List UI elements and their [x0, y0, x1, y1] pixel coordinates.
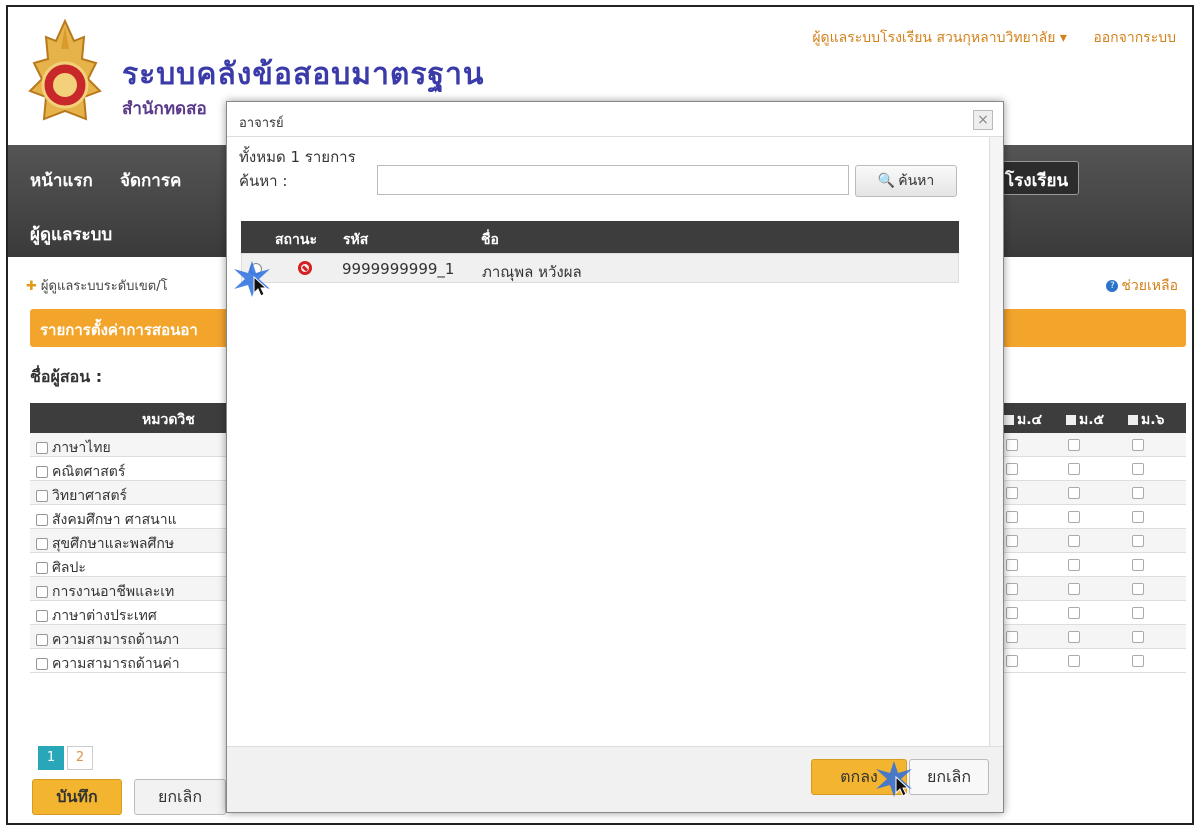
subject-checkbox-label[interactable]: สังคมศึกษา ศาสนาแ [36, 509, 177, 531]
checkbox[interactable] [1068, 655, 1080, 667]
checkbox[interactable] [1132, 559, 1144, 571]
subject-column-header: หมวดวิช [142, 412, 195, 428]
emblem-logo [28, 19, 102, 121]
checkbox[interactable] [1068, 511, 1080, 523]
checkbox[interactable] [1006, 439, 1018, 451]
subject-checkbox-label[interactable]: สุขศึกษาและพลศึกษ [36, 533, 174, 555]
dialog-body: ทั้งหมด 1 รายการ ค้นหา : 🔍 ค้นหา สถานะ รห… [227, 136, 1003, 747]
level-header-m4[interactable]: ม.๔ [1004, 409, 1042, 431]
inactive-status-icon [298, 261, 312, 275]
dialog-title: อาจารย์ [227, 102, 1003, 136]
level-header-m5[interactable]: ม.๕ [1066, 409, 1104, 431]
subject-checkbox-label[interactable]: ความสามารถด้านค่า [36, 653, 180, 675]
pagination: 12 [38, 746, 96, 770]
nav-item-manage[interactable]: จัดการค [120, 167, 181, 194]
checkbox[interactable] [1006, 535, 1018, 547]
checkbox[interactable] [1068, 583, 1080, 595]
subject-checkbox-label[interactable]: ภาษาไทย [36, 437, 111, 459]
checkbox[interactable] [1132, 655, 1144, 667]
app-window: ระบบคลังข้อสอบมาตรฐาน สำนักทดสอ ผู้ดูแลร… [6, 5, 1194, 825]
save-button[interactable]: บันทึก [32, 779, 122, 815]
app-subtitle: สำนักทดสอ [122, 99, 207, 119]
checkbox[interactable] [1006, 655, 1018, 667]
checkbox[interactable] [1006, 559, 1018, 571]
checkbox[interactable] [1132, 631, 1144, 643]
name-column-header: ชื่อ [481, 232, 499, 248]
checkbox[interactable] [1068, 439, 1080, 451]
page-1-button[interactable]: 1 [38, 746, 64, 770]
status-column-header: สถานะ [275, 232, 317, 248]
help-label: ช่วยเหลือ [1121, 278, 1178, 294]
checkbox[interactable] [1068, 487, 1080, 499]
checkbox[interactable] [1006, 511, 1018, 523]
app-title: ระบบคลังข้อสอบมาตรฐาน [122, 57, 485, 92]
level-header-m6[interactable]: ม.๖ [1128, 409, 1164, 431]
result-count: ทั้งหมด 1 รายการ [239, 148, 356, 166]
search-button-label: ค้นหา [898, 172, 935, 188]
checkbox[interactable] [1132, 463, 1144, 475]
checkbox[interactable] [1006, 607, 1018, 619]
checkbox[interactable] [1132, 439, 1144, 451]
checkbox[interactable] [1006, 463, 1018, 475]
teacher-select-dialog: อาจารย์ × ทั้งหมด 1 รายการ ค้นหา : 🔍 ค้นห… [226, 101, 1004, 813]
top-links: ผู้ดูแลระบบโรงเรียน สวนกุหลาบวิทยาลัย ▾ … [790, 27, 1176, 49]
logout-link[interactable]: ออกจากระบบ [1093, 30, 1176, 46]
search-button[interactable]: 🔍 ค้นหา [855, 165, 957, 197]
subject-checkbox-label[interactable]: การงานอาชีพและเท [36, 581, 174, 603]
dialog-scrollbar[interactable] [989, 137, 1003, 747]
checkbox[interactable] [1006, 487, 1018, 499]
subject-checkbox-label[interactable]: ภาษาต่างประเทศ [36, 605, 157, 627]
breadcrumb-text: ผู้ดูแลระบบระดับเขต/โ [40, 279, 168, 294]
checkbox[interactable] [1006, 631, 1018, 643]
checkbox[interactable] [1132, 535, 1144, 547]
checkbox[interactable] [1068, 463, 1080, 475]
cancel-button[interactable]: ยกเลิก [134, 779, 226, 815]
help-link[interactable]: ? ช่วยเหลือ [1106, 275, 1178, 297]
help-icon: ? [1106, 280, 1119, 292]
checkbox[interactable] [1068, 559, 1080, 571]
code-column-header: รหัส [343, 232, 369, 248]
click-indicator-icon [234, 261, 270, 297]
teacher-label: ชื่อผู้สอน : [30, 367, 103, 386]
subject-checkbox-label[interactable]: ศิลปะ [36, 557, 86, 579]
table-row[interactable]: 9999999999_1 ภาณุพล หวังผล [241, 253, 959, 283]
teacher-table: สถานะ รหัส ชื่อ 9999999999_1 ภาณุพล หวัง… [241, 221, 959, 283]
user-menu[interactable]: ผู้ดูแลระบบโรงเรียน สวนกุหลาบวิทยาลัย ▾ [812, 30, 1067, 46]
search-input[interactable] [377, 165, 849, 195]
dialog-cancel-button[interactable]: ยกเลิก [909, 759, 989, 795]
subject-checkbox-label[interactable]: คณิตศาสตร์ [36, 461, 125, 483]
nav-item-admin[interactable]: ผู้ดูแลระบบ [30, 221, 112, 248]
crumb-icon: ✚ [26, 279, 37, 294]
checkbox[interactable] [1006, 583, 1018, 595]
page-2-button[interactable]: 2 [67, 746, 93, 770]
checkbox[interactable] [1068, 535, 1080, 547]
magnifier-icon: 🔍 [877, 172, 896, 188]
checkbox[interactable] [1132, 487, 1144, 499]
checkbox[interactable] [1068, 607, 1080, 619]
checkbox[interactable] [1132, 511, 1144, 523]
search-label: ค้นหา : [239, 172, 288, 190]
checkbox[interactable] [1132, 583, 1144, 595]
checkbox[interactable] [1068, 631, 1080, 643]
teacher-table-header: สถานะ รหัส ชื่อ [241, 221, 959, 253]
breadcrumb: ✚ ผู้ดูแลระบบระดับเขต/โ [26, 275, 168, 296]
checkbox[interactable] [1132, 607, 1144, 619]
section-title: รายการตั้งค่าการสอนอา [40, 321, 198, 339]
teacher-name: ภาณุพล หวังผล [482, 263, 582, 281]
close-icon[interactable]: × [973, 110, 993, 130]
nav-item-school[interactable]: โรงเรียน [994, 161, 1080, 195]
teacher-code: 9999999999_1 [342, 260, 455, 278]
subject-checkbox-label[interactable]: วิทยาศาสตร์ [36, 485, 127, 507]
nav-item-home[interactable]: หน้าแรก [30, 167, 93, 194]
click-indicator-icon [876, 761, 912, 797]
subject-checkbox-label[interactable]: ความสามารถด้านภา [36, 629, 179, 651]
